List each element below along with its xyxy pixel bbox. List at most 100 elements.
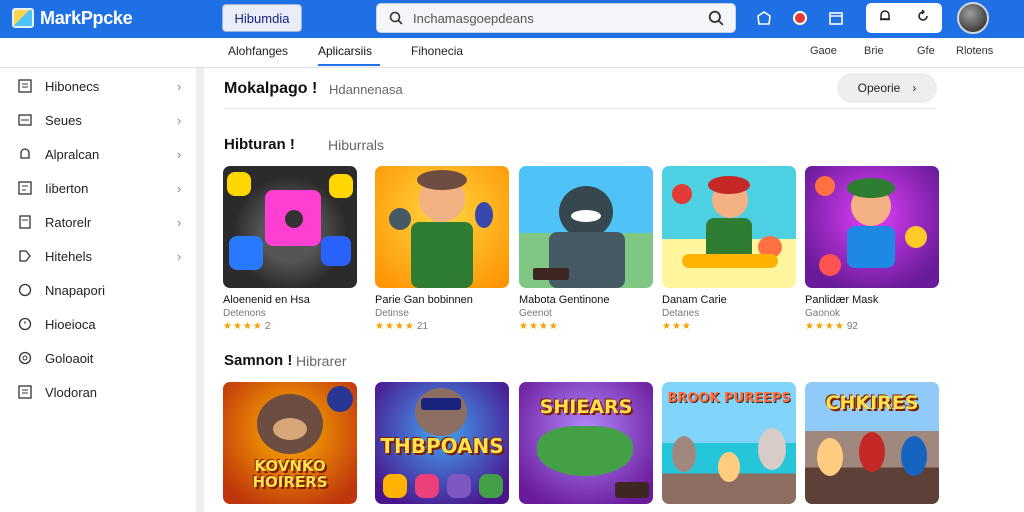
- app-name: Parie Gan bobinnen: [375, 294, 473, 306]
- app-thumbnail[interactable]: THBPOANS: [375, 382, 509, 504]
- app-card[interactable]: KOVNKO HOIRERS: [223, 382, 357, 504]
- app-name: Aloenenid en Hsa: [223, 294, 310, 306]
- grid-icon: [16, 77, 34, 95]
- bell-icon[interactable]: [878, 9, 892, 27]
- bell-outline-icon: [16, 145, 34, 163]
- document-icon: [16, 213, 34, 231]
- app-card[interactable]: Parie Gan bobinnen Detinse ★★★★ 21: [375, 166, 509, 332]
- store-icon[interactable]: [750, 4, 778, 32]
- notification-icon[interactable]: [786, 4, 814, 32]
- search-icon: [387, 9, 405, 27]
- app-card[interactable]: Panlidær Mask Gaonok ★★★★ 92: [805, 166, 939, 332]
- tag-icon: [16, 247, 34, 265]
- app-card[interactable]: Mabota Gentinone Geenot ★★★★: [519, 166, 653, 332]
- sidebar-item-hitehels[interactable]: Hitehels ›: [0, 239, 196, 273]
- app-art-title: BROOK PUREEPS: [667, 391, 791, 406]
- avatar[interactable]: [957, 2, 989, 34]
- circle-icon: [16, 281, 34, 299]
- sidebar-item-hioeioca[interactable]: Hioeioca: [0, 307, 196, 341]
- chevron-right-icon: ›: [177, 214, 182, 230]
- quick-actions: [866, 3, 942, 33]
- tab-fihonecia[interactable]: Fihonecia: [411, 44, 463, 66]
- app-rating: ★★★: [662, 321, 692, 332]
- clock-icon: [16, 315, 34, 333]
- subnav-link-gaoe[interactable]: Gaoe: [810, 45, 837, 57]
- search-submit-icon[interactable]: [707, 9, 725, 27]
- tab-alohfanges[interactable]: Alohfanges: [228, 44, 288, 66]
- app-name: Panlidær Mask: [805, 294, 879, 306]
- sub-navigation: Alohfanges Aplicarsiis Fihonecia Gaoe Br…: [0, 38, 1024, 68]
- chevron-right-icon: ›: [177, 112, 182, 128]
- title-divider: [224, 108, 936, 109]
- sidebar-item-label: Vlodoran: [45, 384, 98, 400]
- app-thumbnail[interactable]: SHIEARS: [519, 382, 653, 504]
- subnav-link-brie[interactable]: Brie: [864, 45, 884, 57]
- app-rating: ★★★★ 2: [223, 321, 271, 332]
- subnav-link-gfe[interactable]: Gfe: [917, 45, 935, 57]
- open-button-label: Opeorie: [857, 81, 901, 95]
- app-thumbnail[interactable]: [805, 166, 939, 288]
- globe-icon: [16, 349, 34, 367]
- search-bar[interactable]: [376, 3, 736, 33]
- app-rating: ★★★★ 21: [375, 321, 428, 332]
- app-card[interactable]: Danam Carie Detanes ★★★: [662, 166, 796, 332]
- app-art-title: KOVNKO HOIRERS: [252, 457, 328, 491]
- sidebar: Hibonecs › Seues › Alpralcan › Iiberton …: [0, 68, 196, 512]
- sidebar-divider: [196, 68, 204, 512]
- sidebar-item-vlodoran[interactable]: Vlodoran: [0, 375, 196, 409]
- chevron-right-icon: ›: [912, 81, 917, 95]
- sidebar-item-label: Nnapapori: [45, 282, 105, 298]
- app-title: MarkPpcke: [40, 7, 133, 28]
- app-developer: Detanes: [662, 308, 700, 319]
- sidebar-item-goloaoit[interactable]: Goloaoit: [0, 341, 196, 375]
- app-thumbnail[interactable]: [375, 166, 509, 288]
- list-icon: [16, 179, 34, 197]
- app-thumbnail[interactable]: [519, 166, 653, 288]
- app-card[interactable]: Aloenenid en Hsa Detenons ★★★★ 2: [223, 166, 357, 332]
- refresh-icon[interactable]: [916, 9, 930, 27]
- app-thumbnail[interactable]: [662, 166, 796, 288]
- app-logo[interactable]: MarkPpcke: [12, 6, 133, 30]
- square-list-icon: [16, 383, 34, 401]
- sidebar-item-hibonecs[interactable]: Hibonecs ›: [0, 69, 196, 103]
- marketplace-logo-icon: [12, 8, 34, 28]
- app-thumbnail[interactable]: [223, 166, 357, 288]
- subnav-link-rlotens[interactable]: Rlotens: [956, 45, 993, 57]
- sidebar-item-ratorelr[interactable]: Ratorelr ›: [0, 205, 196, 239]
- sidebar-item-alpralcan[interactable]: Alpralcan ›: [0, 137, 196, 171]
- open-button[interactable]: Opeorie ›: [837, 73, 937, 103]
- sidebar-item-nnapapori[interactable]: Nnapapori: [0, 273, 196, 307]
- app-developer: Detenons: [223, 308, 266, 319]
- category-chip[interactable]: Hibumdia: [222, 4, 302, 32]
- chevron-right-icon: ›: [177, 146, 182, 162]
- main-content: Mokalpago ! Hdannenasa Opeorie › Hibtura…: [204, 68, 1024, 512]
- search-input[interactable]: [413, 10, 707, 26]
- tab-aplicarsiis[interactable]: Aplicarsiis: [318, 44, 380, 66]
- sidebar-item-seues[interactable]: Seues ›: [0, 103, 196, 137]
- app-thumbnail[interactable]: KOVNKO HOIRERS: [223, 382, 357, 504]
- top-bar: MarkPpcke Hibumdia: [0, 0, 1024, 38]
- sidebar-item-label: Iiberton: [45, 180, 89, 196]
- section-title: Hibturan !: [224, 136, 295, 153]
- section-title: Samnon !: [224, 352, 293, 369]
- app-art-title: CHKIRES: [825, 392, 919, 414]
- sidebar-item-label: Ratorelr: [45, 214, 92, 230]
- calendar-icon[interactable]: [822, 4, 850, 32]
- app-thumbnail[interactable]: CHKIRES: [805, 382, 939, 504]
- app-rating: ★★★★ 92: [805, 321, 858, 332]
- page-subtitle: Hdannenasa: [329, 82, 403, 97]
- app-card[interactable]: BROOK PUREEPS: [662, 382, 796, 504]
- sidebar-item-label: Goloaoit: [45, 350, 94, 366]
- app-thumbnail[interactable]: BROOK PUREEPS: [662, 382, 796, 504]
- sidebar-item-iiberton[interactable]: Iiberton ›: [0, 171, 196, 205]
- app-card[interactable]: SHIEARS: [519, 382, 653, 504]
- app-card[interactable]: CHKIRES: [805, 382, 939, 504]
- app-developer: Detinse: [375, 308, 409, 319]
- sidebar-item-label: Seues: [45, 112, 82, 128]
- sidebar-item-label: Hioeioca: [45, 316, 96, 332]
- app-card[interactable]: THBPOANS: [375, 382, 509, 504]
- app-name: Mabota Gentinone: [519, 294, 610, 306]
- app-name: Danam Carie: [662, 294, 727, 306]
- section-subtitle: Hiburrals: [328, 137, 385, 153]
- app-art-title: SHIEARS: [539, 396, 633, 418]
